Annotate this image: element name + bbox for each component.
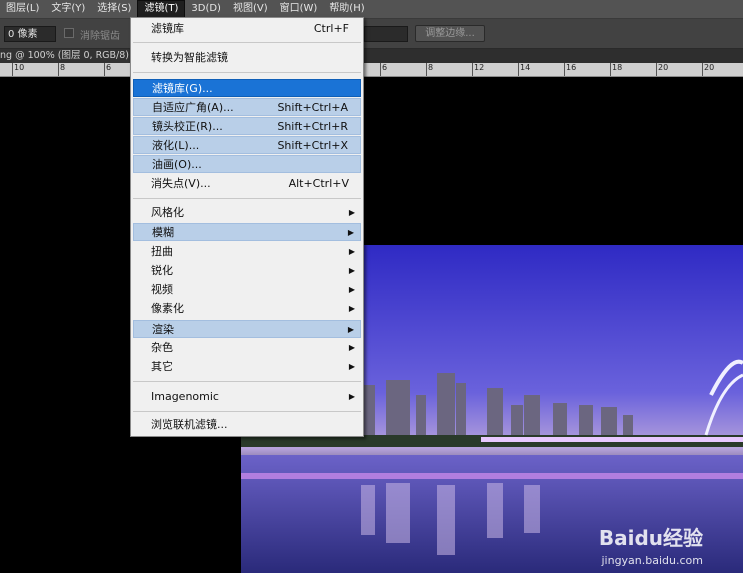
menu-item-label: 滤镜库 — [151, 22, 184, 35]
ruler-label: 20 — [658, 63, 669, 72]
menu-item-shortcut: Ctrl+F — [313, 22, 349, 35]
menu-item-label: 杂色 — [151, 341, 173, 354]
ruler-label: 18 — [612, 63, 623, 72]
menu-select[interactable]: 选择(S) — [91, 0, 137, 18]
menu-help[interactable]: 帮助(H) — [323, 0, 370, 18]
submenu-arrow-icon: ▶ — [348, 266, 355, 275]
menu-window[interactable]: 窗口(W) — [274, 0, 324, 18]
menu-item-label: 滤镜库(G)... — [152, 82, 213, 95]
filter-menu: 滤镜库 Ctrl+F 转换为智能滤镜 滤镜库(G)... 自适应广角(A)...… — [130, 17, 364, 437]
menu-item-vanishing-point[interactable]: 消失点(V)... Alt+Ctrl+V — [133, 175, 361, 193]
menu-item-blur[interactable]: 模糊 ▶ — [133, 223, 361, 241]
menu-item-label: 像素化 — [151, 302, 184, 315]
menu-filter[interactable]: 滤镜(T) — [137, 0, 186, 18]
menu-bar: 图层(L) 文字(Y) 选择(S) 滤镜(T) 3D(D) 视图(V) 窗口(W… — [0, 0, 743, 19]
menu-item-oil-paint[interactable]: 油画(O)... — [133, 155, 361, 173]
ruler-label: 12 — [474, 63, 485, 72]
height-field[interactable] — [364, 26, 408, 42]
menu-item-label: 镜头校正(R)... — [152, 120, 223, 133]
menu-item-lens-correction[interactable]: 镜头校正(R)... Shift+Ctrl+R — [133, 117, 361, 135]
menu-item-label: 扭曲 — [151, 245, 173, 258]
menu-item-noise[interactable]: 杂色 ▶ — [133, 339, 361, 357]
options-bar: 0 像素 消除锯齿 调整边缘... — [0, 19, 743, 49]
antialias-checkbox[interactable] — [64, 28, 74, 38]
submenu-arrow-icon: ▶ — [348, 343, 355, 352]
menu-item-liquify[interactable]: 液化(L)... Shift+Ctrl+X — [133, 136, 361, 154]
menu-item-adaptive-wide-angle[interactable]: 自适应广角(A)... Shift+Ctrl+A — [133, 98, 361, 116]
refine-edge-button[interactable]: 调整边缘... — [415, 25, 485, 42]
feather-input[interactable]: 0 像素 — [4, 26, 56, 42]
submenu-arrow-icon: ▶ — [348, 247, 355, 256]
menu-item-label: 转换为智能滤镜 — [151, 51, 228, 64]
menu-separator — [133, 381, 361, 382]
antialias-label: 消除锯齿 — [80, 31, 120, 42]
submenu-arrow-icon: ▶ — [348, 285, 355, 294]
document-tab[interactable]: ng @ 100% (图层 0, RGB/8) — [0, 49, 129, 63]
watermark-url: jingyan.baidu.com — [601, 554, 703, 567]
menu-item-other[interactable]: 其它 ▶ — [133, 358, 361, 376]
menu-item-distort[interactable]: 扭曲 ▶ — [133, 243, 361, 261]
menu-item-label: 锐化 — [151, 264, 173, 277]
submenu-arrow-icon: ▶ — [347, 228, 354, 237]
menu-item-label: 消失点(V)... — [151, 177, 211, 190]
menu-item-label: 视频 — [151, 283, 173, 296]
menu-item-label: Imagenomic — [151, 390, 219, 403]
menu-item-label: 浏览联机滤镜... — [151, 418, 228, 431]
menu-item-label: 液化(L)... — [152, 139, 200, 152]
menu-item-last-filter[interactable]: 滤镜库 Ctrl+F — [133, 20, 361, 38]
menu-item-label: 模糊 — [152, 226, 174, 239]
menu-item-label: 其它 — [151, 360, 173, 373]
menu-view[interactable]: 视图(V) — [227, 0, 274, 18]
ruler-label: 20 — [704, 63, 715, 72]
submenu-arrow-icon: ▶ — [348, 304, 355, 313]
ruler-label: 6 — [106, 63, 112, 72]
submenu-arrow-icon: ▶ — [348, 392, 355, 401]
submenu-arrow-icon: ▶ — [347, 325, 354, 334]
ruler-label: 6 — [382, 63, 388, 72]
menu-item-stylize[interactable]: 风格化 ▶ — [133, 204, 361, 222]
ruler-label: 10 — [14, 63, 25, 72]
watermark-brand: Baidu经验 — [598, 526, 703, 550]
menu-type[interactable]: 文字(Y) — [45, 0, 91, 18]
ruler-label: 8 — [60, 63, 66, 72]
top-ruler: 10 8 6 6 8 12 14 16 18 20 20 — [0, 63, 743, 77]
ruler-label: 8 — [428, 63, 434, 72]
menu-item-shortcut: Shift+Ctrl+A — [277, 101, 348, 114]
menu-item-sharpen[interactable]: 锐化 ▶ — [133, 262, 361, 280]
menu-separator — [133, 42, 361, 43]
menu-item-convert-smart-filter[interactable]: 转换为智能滤镜 — [133, 49, 361, 67]
menu-separator — [133, 198, 361, 199]
submenu-arrow-icon: ▶ — [348, 208, 355, 217]
menu-item-imagenomic[interactable]: Imagenomic ▶ — [133, 388, 361, 406]
menu-item-shortcut: Alt+Ctrl+V — [288, 177, 349, 190]
menu-item-browse-online-filters[interactable]: 浏览联机滤镜... — [133, 416, 361, 434]
submenu-arrow-icon: ▶ — [348, 362, 355, 371]
menu-item-pixelate[interactable]: 像素化 ▶ — [133, 300, 361, 318]
menu-separator — [133, 411, 361, 412]
menu-item-label: 油画(O)... — [152, 158, 202, 171]
menu-separator — [133, 72, 361, 73]
ruler-label: 14 — [520, 63, 531, 72]
menu-item-label: 自适应广角(A)... — [152, 101, 234, 114]
menu-item-label: 渲染 — [152, 323, 174, 336]
menu-item-filter-gallery[interactable]: 滤镜库(G)... — [133, 79, 361, 97]
menu-item-video[interactable]: 视频 ▶ — [133, 281, 361, 299]
menu-item-render[interactable]: 渲染 ▶ — [133, 320, 361, 338]
menu-item-shortcut: Shift+Ctrl+R — [277, 120, 348, 133]
menu-item-shortcut: Shift+Ctrl+X — [277, 139, 348, 152]
menu-item-label: 风格化 — [151, 206, 184, 219]
ruler-label: 16 — [566, 63, 577, 72]
menu-3d[interactable]: 3D(D) — [185, 0, 227, 18]
menu-layer[interactable]: 图层(L) — [0, 0, 45, 18]
